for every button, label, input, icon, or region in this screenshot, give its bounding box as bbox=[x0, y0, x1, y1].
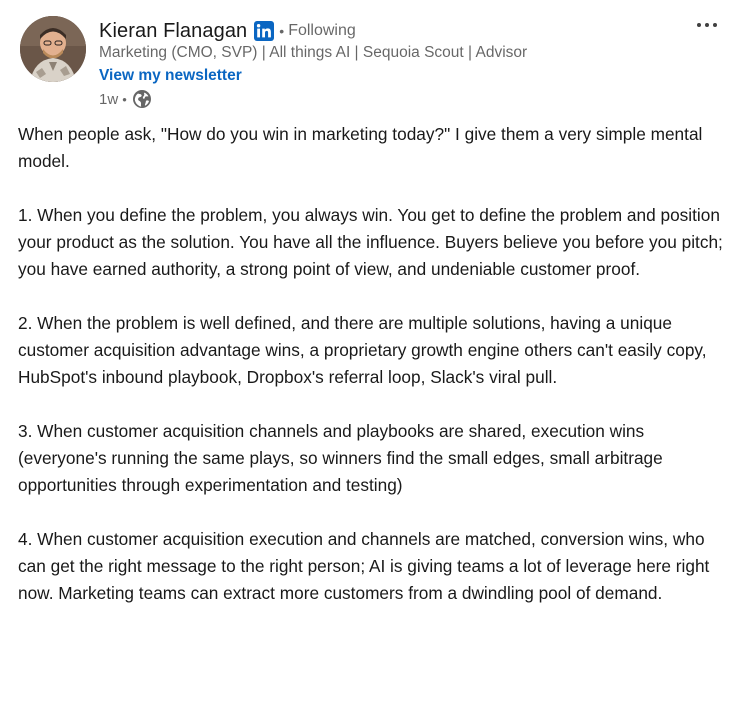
post-paragraph-point-3: 3. When customer acquisition channels an… bbox=[18, 421, 663, 495]
more-options-icon bbox=[697, 23, 717, 27]
post-timestamp[interactable]: 1w bbox=[99, 91, 118, 108]
author-name[interactable]: Kieran Flanagan bbox=[99, 20, 247, 43]
linkedin-badge-icon bbox=[254, 21, 275, 41]
author-headline: Marketing (CMO, SVP) | All things AI | S… bbox=[99, 44, 528, 61]
author-avatar[interactable] bbox=[20, 16, 86, 82]
avatar-photo bbox=[20, 16, 86, 82]
post-body: When people ask, "How do you win in mark… bbox=[18, 121, 736, 607]
feed-post: Kieran Flanagan • Following Marketing (C… bbox=[0, 0, 745, 715]
post-paragraph-point-2: 2. When the problem is well defined, and… bbox=[18, 313, 707, 387]
separator-bullet: • bbox=[279, 23, 285, 39]
post-meta: 1w • bbox=[99, 89, 152, 109]
post-paragraph-point-4: 4. When customer acquisition execution a… bbox=[18, 529, 710, 603]
more-options-button[interactable] bbox=[688, 10, 726, 40]
post-header: Kieran Flanagan • Following Marketing (C… bbox=[0, 0, 745, 115]
author-name-row: Kieran Flanagan • Following bbox=[99, 16, 356, 46]
view-newsletter-link[interactable]: View my newsletter bbox=[99, 67, 242, 85]
post-paragraph-point-1: 1. When you define the problem, you alwa… bbox=[18, 205, 723, 279]
meta-separator: • bbox=[122, 91, 127, 107]
post-paragraph-intro: When people ask, "How do you win in mark… bbox=[18, 124, 703, 171]
globe-icon bbox=[132, 89, 152, 109]
following-status[interactable]: Following bbox=[288, 22, 356, 40]
